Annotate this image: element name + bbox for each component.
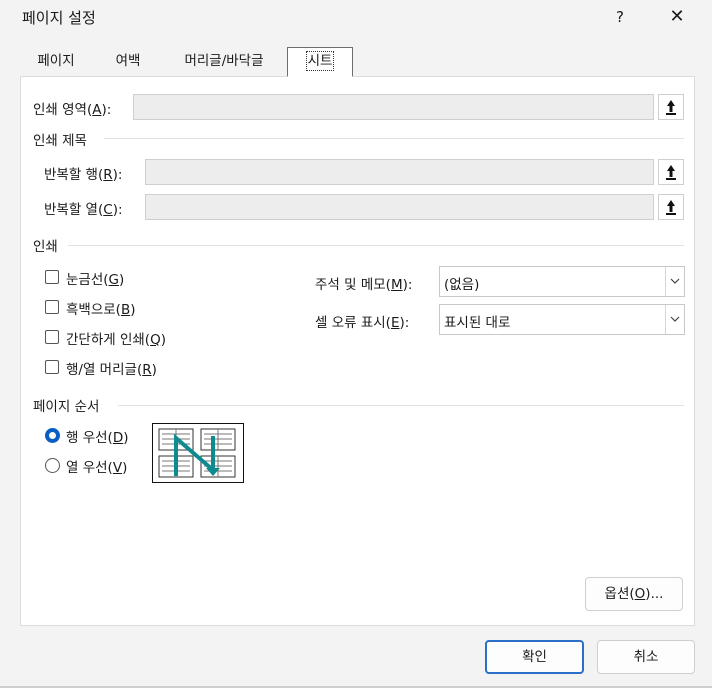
close-button[interactable]: ✕ — [652, 0, 702, 34]
page-order-divider — [118, 405, 684, 406]
page-order-preview — [152, 423, 244, 483]
down-then-over-label[interactable]: 행 우선(D) — [66, 426, 129, 446]
repeat-cols-label: 반복할 열(C): — [44, 202, 123, 218]
tab-margins-label: 여백 — [115, 53, 141, 69]
tab-page-label: 페이지 — [37, 53, 75, 69]
page-order-down-then-over-icon — [158, 428, 236, 478]
print-divider — [68, 245, 684, 246]
cell-errors-select[interactable]: 표시된 대로 — [439, 304, 685, 335]
ok-button[interactable]: 확인 — [485, 640, 584, 674]
print-area-label: 인쇄 영역(A): — [33, 102, 112, 118]
cell-errors-select-value: 표시된 대로 — [444, 315, 511, 331]
repeat-rows-collapse-button[interactable] — [658, 159, 684, 185]
gridlines-checkbox[interactable] — [45, 270, 59, 284]
page-order-heading: 페이지 순서 — [33, 399, 100, 415]
tab-header-footer-label: 머리글/바닥글 — [184, 53, 264, 69]
draft-quality-checkbox[interactable] — [45, 330, 59, 344]
help-button[interactable]: ? — [598, 0, 642, 34]
black-and-white-label[interactable]: 흑백으로(B) — [66, 298, 136, 318]
gridlines-label[interactable]: 눈금선(G) — [66, 268, 124, 288]
comments-label: 주석 및 메모(M): — [315, 277, 413, 293]
collapse-dialog-icon — [666, 200, 676, 215]
comments-select-value: (없음) — [444, 277, 480, 293]
print-area-input[interactable] — [133, 94, 654, 120]
tab-sheet-label: 시트 — [305, 51, 335, 71]
print-heading: 인쇄 — [33, 239, 58, 255]
tab-page[interactable]: 페이지 — [24, 47, 88, 76]
repeat-cols-input[interactable] — [145, 194, 654, 220]
print-titles-heading: 인쇄 제목 — [33, 133, 87, 149]
dialog-title: 페이지 설정 — [22, 9, 96, 27]
options-button[interactable]: 옵션(O)... — [585, 577, 683, 611]
chevron-down-icon — [665, 305, 684, 334]
print-titles-divider — [104, 138, 684, 139]
cell-errors-label: 셀 오류 표시(E): — [315, 315, 410, 331]
chevron-down-icon — [665, 267, 684, 296]
row-col-headings-checkbox[interactable] — [45, 360, 59, 374]
repeat-rows-input[interactable] — [145, 159, 654, 185]
tab-header-footer[interactable]: 머리글/바닥글 — [164, 47, 284, 76]
down-then-over-radio[interactable] — [45, 428, 60, 443]
collapse-dialog-icon — [666, 165, 676, 180]
repeat-rows-label: 반복할 행(R): — [44, 167, 123, 183]
title-bar: 페이지 설정 ? ✕ — [0, 0, 712, 34]
tab-margins[interactable]: 여백 — [98, 47, 158, 76]
black-and-white-checkbox[interactable] — [45, 300, 59, 314]
collapse-dialog-icon — [666, 100, 676, 115]
comments-select[interactable]: (없음) — [439, 266, 685, 297]
cancel-button[interactable]: 취소 — [597, 640, 695, 674]
repeat-cols-collapse-button[interactable] — [658, 194, 684, 220]
over-then-down-radio[interactable] — [45, 458, 60, 473]
tab-sheet[interactable]: 시트 — [287, 47, 353, 77]
row-col-headings-label[interactable]: 행/열 머리글(R) — [66, 358, 157, 378]
over-then-down-label[interactable]: 열 우선(V) — [66, 456, 127, 476]
print-area-collapse-button[interactable] — [658, 94, 684, 120]
draft-quality-label[interactable]: 간단하게 인쇄(Q) — [66, 328, 166, 348]
